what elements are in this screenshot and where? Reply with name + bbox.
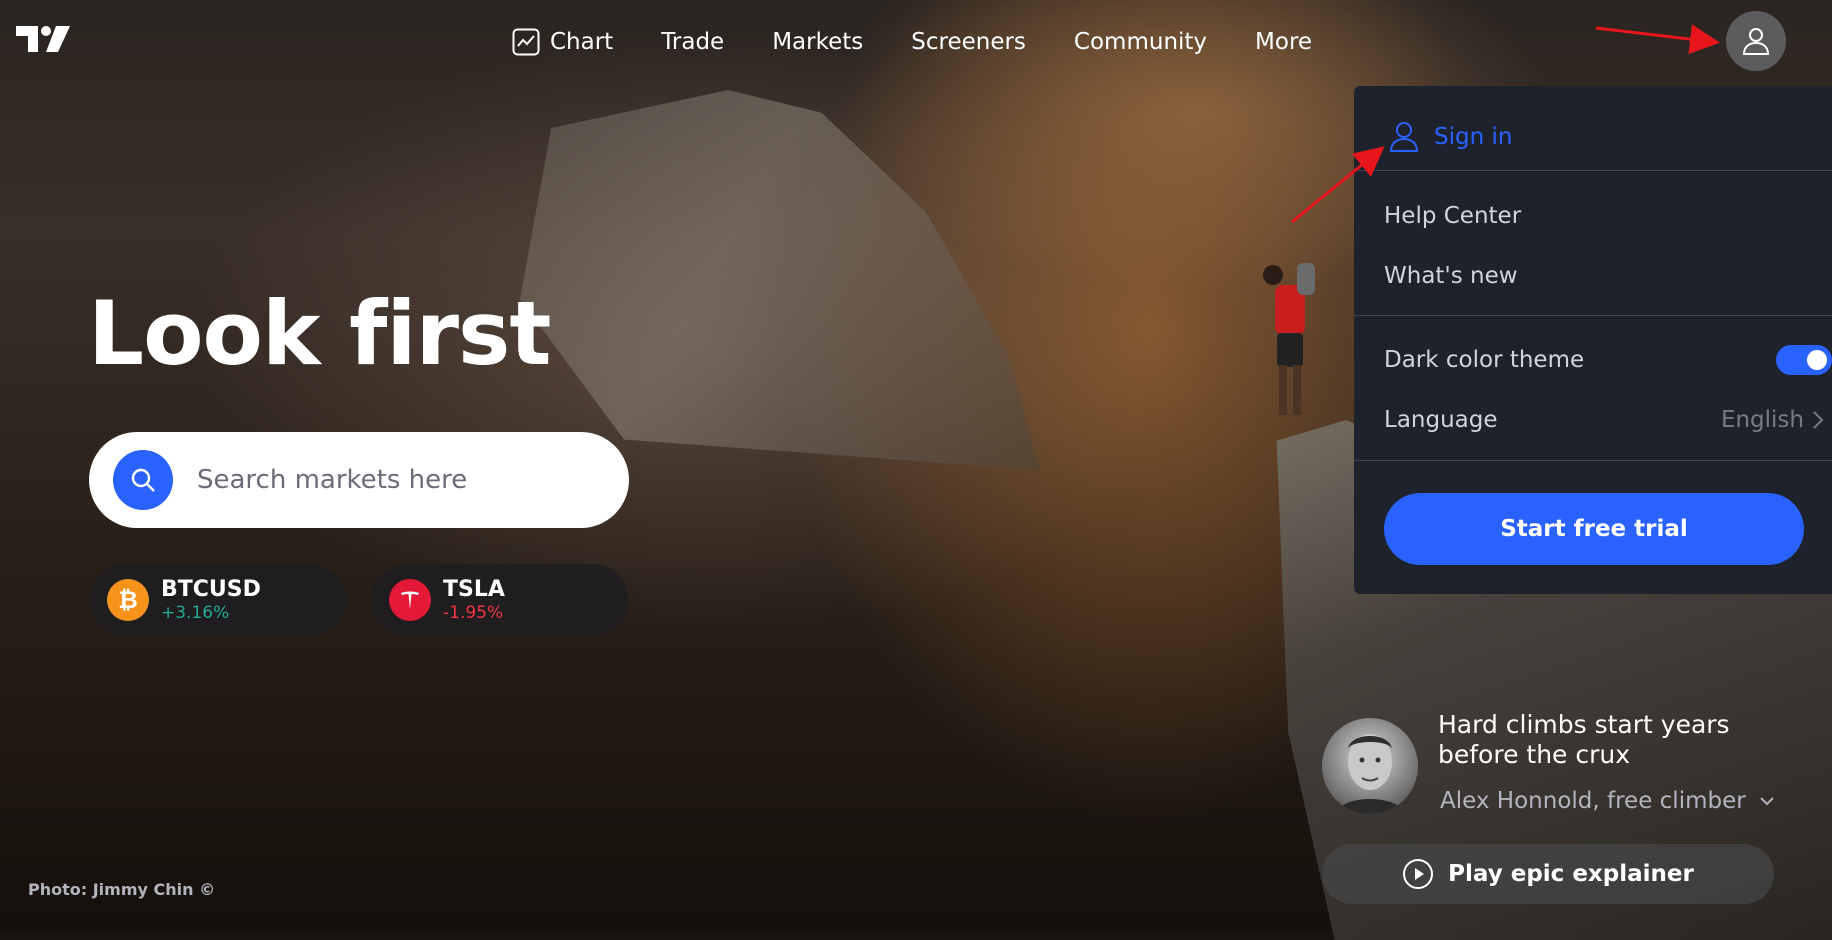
dark-theme-toggle[interactable] (1776, 345, 1832, 375)
nav-markets[interactable]: Markets (748, 24, 887, 60)
help-center-label: Help Center (1384, 203, 1522, 229)
photo-credit: Photo: Jimmy Chin © (28, 880, 216, 899)
play-explainer-label: Play epic explainer (1448, 861, 1694, 887)
search-box[interactable] (89, 432, 629, 528)
language-value: English (1720, 407, 1804, 433)
menu-language[interactable]: Language English (1354, 400, 1832, 440)
tradingview-logo[interactable] (16, 26, 70, 52)
bitcoin-icon: ₿ (107, 579, 149, 621)
quote-author-toggle[interactable]: Alex Honnold, free climber (1440, 788, 1776, 814)
start-free-trial-button[interactable]: Start free trial (1384, 493, 1804, 565)
portrait-image (1336, 734, 1404, 814)
chevron-right-icon (1813, 411, 1824, 429)
nav-screeners[interactable]: Screeners (887, 24, 1050, 60)
nav-screeners-label: Screeners (911, 29, 1026, 55)
ticker-change: -1.95% (443, 603, 504, 623)
nav-community[interactable]: Community (1050, 24, 1231, 60)
top-nav: Chart Trade Markets Screeners Community … (512, 24, 1336, 60)
dark-theme-label: Dark color theme (1384, 347, 1585, 373)
user-menu-button[interactable] (1726, 11, 1786, 71)
climber-figure (1263, 263, 1315, 415)
nav-more[interactable]: More (1231, 24, 1336, 60)
language-label: Language (1384, 407, 1498, 433)
search-input[interactable] (195, 464, 599, 496)
ticker-tsla[interactable]: TSLA -1.95% (371, 564, 629, 636)
nav-chart[interactable]: Chart (512, 24, 637, 60)
play-explainer-button[interactable]: Play epic explainer (1322, 844, 1774, 904)
nav-more-label: More (1255, 29, 1313, 55)
menu-help-center[interactable]: Help Center (1354, 196, 1832, 236)
ticker-change: +3.16% (161, 603, 230, 623)
menu-divider (1354, 460, 1832, 461)
search-icon (131, 468, 155, 492)
menu-divider (1354, 315, 1832, 316)
tesla-icon (389, 579, 431, 621)
menu-divider (1354, 170, 1832, 171)
quote-text: Hard climbs start years before the crux (1438, 710, 1730, 769)
menu-dark-theme[interactable]: Dark color theme (1354, 340, 1832, 380)
play-icon (1403, 859, 1434, 889)
user-dropdown-menu: Sign in Help Center What's new Dark colo… (1354, 86, 1832, 594)
nav-markets-label: Markets (772, 29, 864, 55)
nav-trade-label: Trade (661, 29, 725, 55)
nav-trade[interactable]: Trade (637, 24, 748, 60)
sign-in-label: Sign in (1434, 124, 1513, 150)
whats-new-label: What's new (1384, 263, 1518, 289)
hero-title: Look first (88, 282, 551, 385)
quote-author: Alex Honnold, free climber (1440, 788, 1746, 814)
chevron-down-icon (1759, 797, 1774, 806)
nav-chart-label: Chart (550, 29, 614, 55)
ticker-btcusd[interactable]: ₿ BTCUSD +3.16% (89, 564, 347, 636)
nav-community-label: Community (1073, 29, 1208, 55)
user-icon (1742, 28, 1770, 55)
ticker-symbol: BTCUSD (161, 577, 261, 602)
toggle-knob (1807, 350, 1827, 370)
ticker-symbol: TSLA (443, 577, 505, 602)
chart-icon (512, 28, 540, 56)
user-icon (1389, 122, 1419, 152)
el-capitan-cliff (520, 90, 1040, 470)
search-button[interactable] (113, 450, 173, 510)
avatar (1322, 718, 1418, 814)
menu-sign-in[interactable]: Sign in (1354, 112, 1832, 162)
menu-whats-new[interactable]: What's new (1354, 256, 1832, 296)
